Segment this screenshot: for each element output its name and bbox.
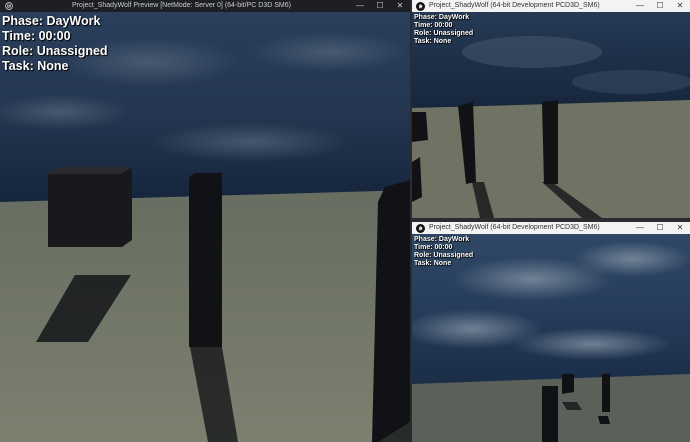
hud-role: Role: Unassigned <box>414 30 474 37</box>
unreal-engine-logo-icon <box>416 1 425 11</box>
maximize-button[interactable]: ☐ <box>650 0 670 12</box>
cloud <box>572 70 690 94</box>
cloud <box>462 36 602 68</box>
cloud <box>150 122 350 162</box>
client-2-title-bar[interactable]: Project_ShadyWolf (64-bit Development PC… <box>412 222 690 234</box>
hud-task: Task: None <box>414 260 452 267</box>
main-window-title: Project_ShadyWolf Preview [NetMode: Serv… <box>72 2 291 9</box>
client-window-2: Project_ShadyWolf (64-bit Development PC… <box>412 222 690 442</box>
hud-time: Time: 00:00 <box>414 244 453 251</box>
maximize-button[interactable]: ☐ <box>370 0 390 12</box>
hud-phase: Phase: DayWork <box>2 14 101 28</box>
hud-role: Role: Unassigned <box>414 252 474 259</box>
hud-role: Role: Unassigned <box>2 44 108 58</box>
pillar <box>542 100 558 184</box>
hud-time: Time: 00:00 <box>414 22 453 29</box>
unreal-engine-logo-icon <box>416 223 425 233</box>
maximize-button[interactable]: ☐ <box>650 222 670 234</box>
close-button[interactable]: ✕ <box>670 222 690 234</box>
close-button[interactable]: ✕ <box>670 0 690 12</box>
client-window-1: Project_ShadyWolf (64-bit Development PC… <box>412 0 690 218</box>
minimize-button[interactable]: — <box>630 222 650 234</box>
pillar <box>189 173 222 347</box>
close-button[interactable]: ✕ <box>390 0 410 12</box>
hud-phase: Phase: DayWork <box>414 236 470 243</box>
client-1-window-title: Project_ShadyWolf (64-bit Development PC… <box>429 2 600 9</box>
client-2-window-title: Project_ShadyWolf (64-bit Development PC… <box>429 224 600 231</box>
unreal-engine-logo-icon <box>4 2 13 11</box>
hud-phase: Phase: DayWork <box>414 14 470 21</box>
client-1-game-viewport[interactable]: Phase: DayWork Time: 00:00 Role: Unassig… <box>412 12 690 218</box>
cloud <box>250 32 410 72</box>
hud-task: Task: None <box>414 38 452 45</box>
hud-overlay: Phase: DayWork Time: 00:00 Role: Unassig… <box>2 14 108 74</box>
cloud <box>452 257 612 301</box>
hud-overlay: Phase: DayWork Time: 00:00 Role: Unassig… <box>414 236 473 268</box>
pillar <box>602 374 610 412</box>
main-scene <box>0 12 410 442</box>
main-title-bar[interactable]: Project_ShadyWolf Preview [NetMode: Serv… <box>0 0 410 12</box>
client-1-title-bar[interactable]: Project_ShadyWolf (64-bit Development PC… <box>412 0 690 12</box>
minimize-button[interactable]: — <box>350 0 370 12</box>
pillar <box>372 180 410 442</box>
client-2-game-viewport[interactable]: Phase: DayWork Time: 00:00 Role: Unassig… <box>412 234 690 442</box>
cube <box>48 167 132 247</box>
hud-task: Task: None <box>2 59 69 73</box>
pillar <box>542 386 558 442</box>
minimize-button[interactable]: — <box>630 0 650 12</box>
main-editor-window: Project_ShadyWolf Preview [NetMode: Serv… <box>0 0 410 442</box>
hud-overlay: Phase: DayWork Time: 00:00 Role: Unassig… <box>414 14 473 46</box>
cloud <box>512 328 672 360</box>
hud-time: Time: 00:00 <box>2 29 71 43</box>
cube <box>562 374 574 394</box>
main-game-viewport[interactable]: Phase: DayWork Time: 00:00 Role: Unassig… <box>0 12 410 442</box>
cube-edge <box>412 112 428 142</box>
